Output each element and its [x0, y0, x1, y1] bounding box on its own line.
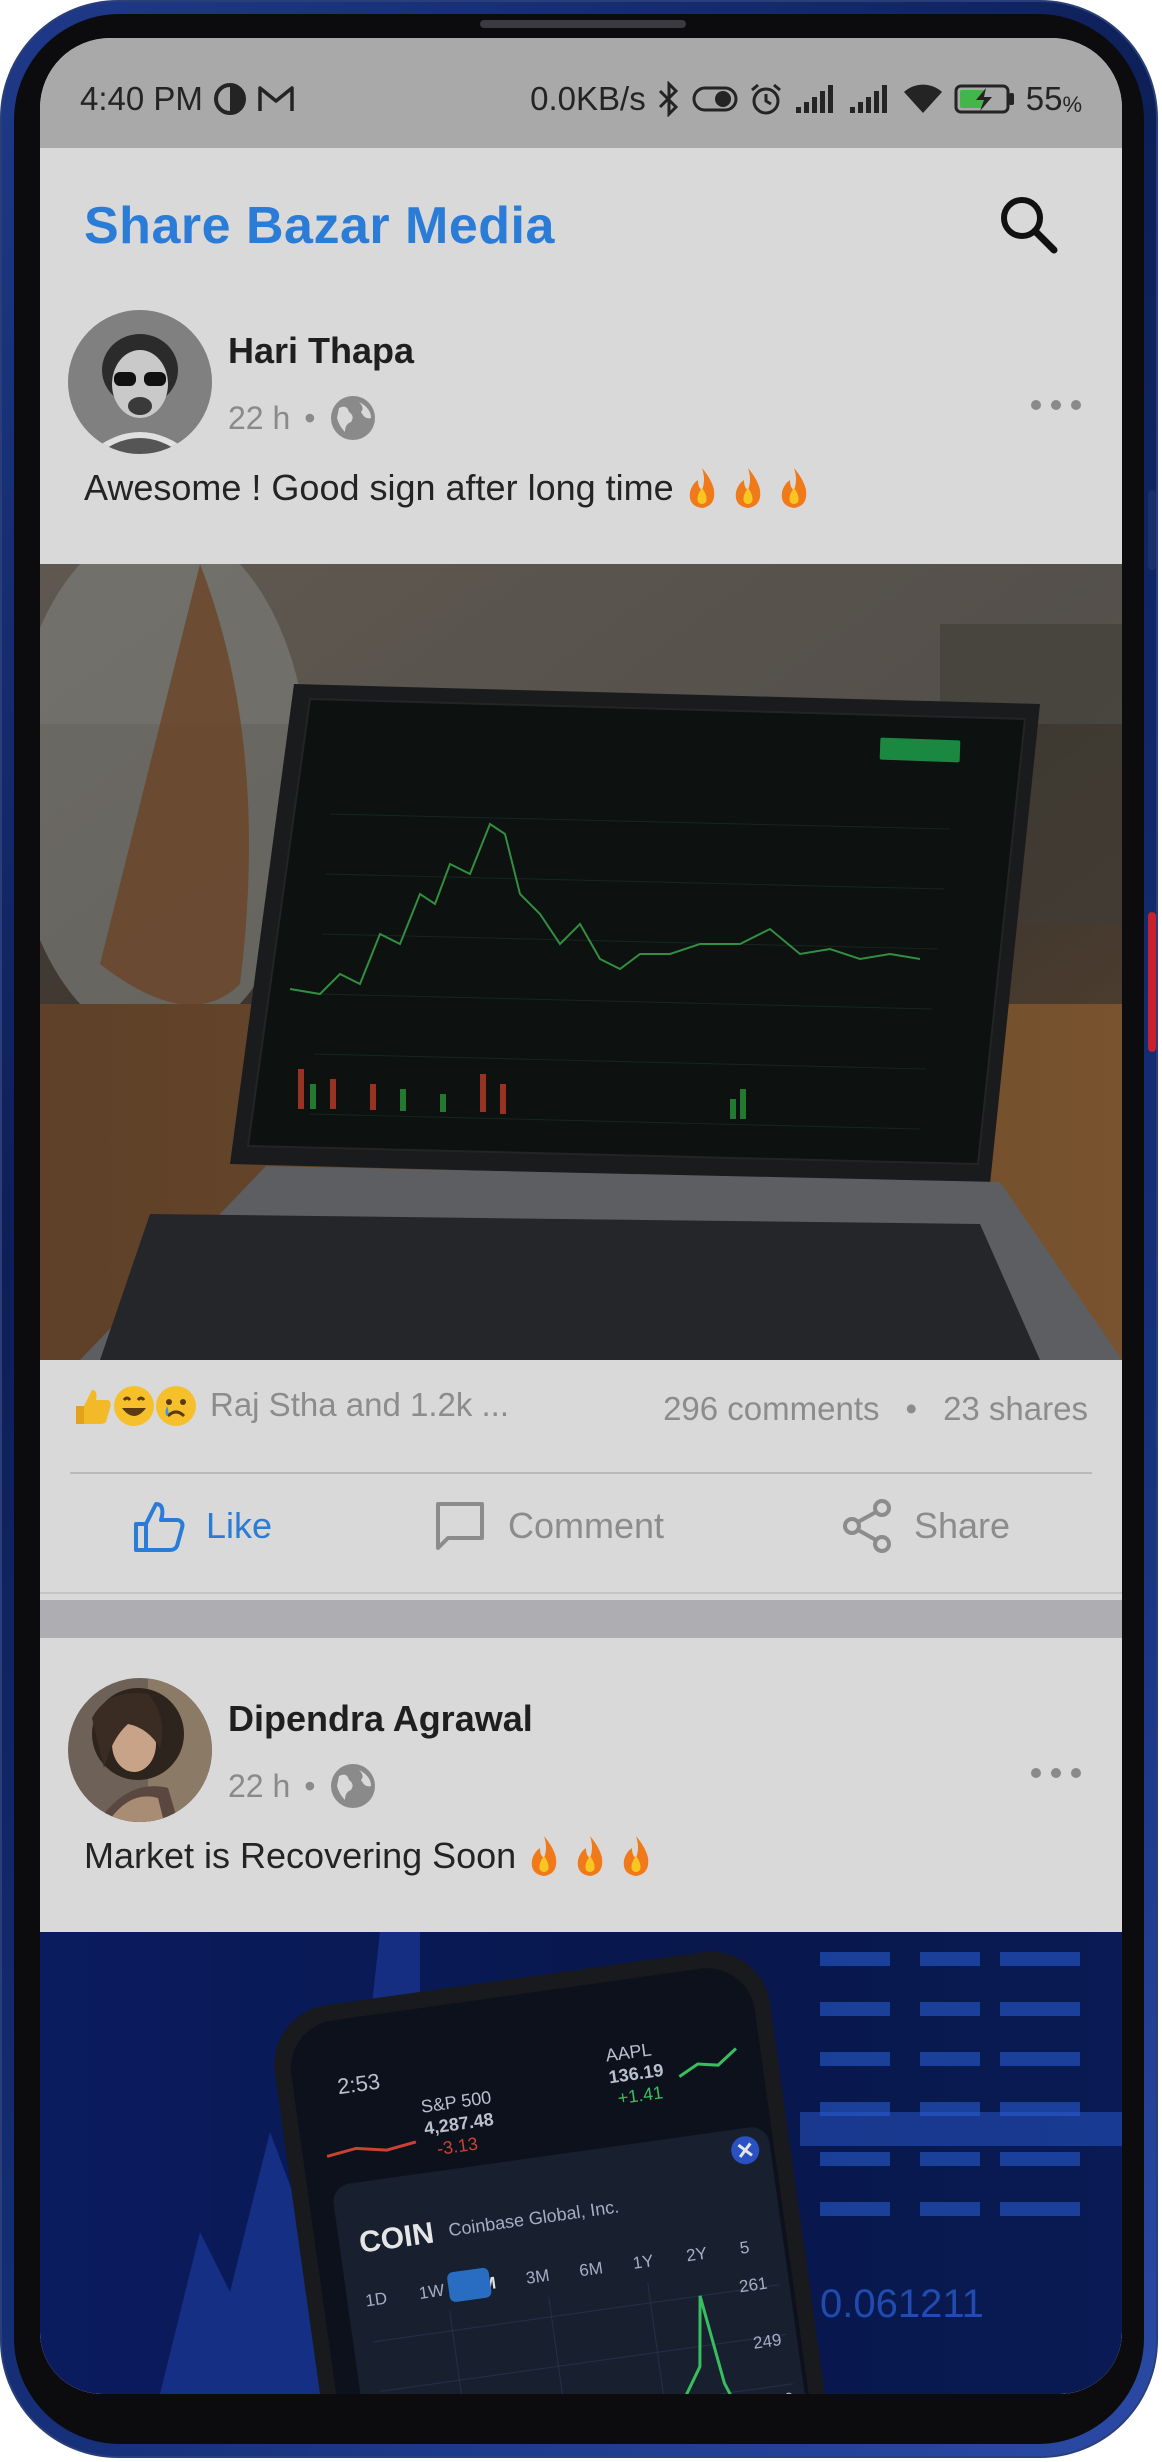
divider — [40, 1592, 1122, 1594]
post-text: Awesome ! Good sign after long time — [84, 466, 812, 510]
post-meta: 22 h • — [228, 394, 377, 442]
fire-emoji-icon — [623, 1836, 649, 1876]
divider — [70, 1472, 1092, 1474]
volume-button — [1148, 490, 1156, 570]
comment-count[interactable]: 296 comments — [663, 1390, 879, 1428]
thumbs-up-icon — [134, 1502, 185, 1552]
share-button[interactable]: Share — [840, 1498, 1010, 1554]
post-card: Hari Thapa 22 h • Awesome ! Good sign af… — [40, 290, 1122, 1596]
search-button[interactable] — [994, 190, 1064, 260]
share-label: Share — [914, 1505, 1011, 1546]
share-icon — [843, 1499, 891, 1553]
grinning-reaction-icon — [112, 1384, 154, 1426]
author-name[interactable]: Dipendra Agrawal — [228, 1698, 533, 1740]
share-count[interactable]: 23 shares — [943, 1390, 1088, 1428]
meta-separator: • — [304, 399, 316, 436]
earpiece — [480, 20, 686, 28]
crying-reaction-icon — [154, 1384, 196, 1426]
post-text: Market is Recovering Soon — [84, 1834, 654, 1878]
author-name[interactable]: Hari Thapa — [228, 330, 414, 372]
like-button[interactable]: Like — [130, 1498, 272, 1554]
avatar[interactable] — [68, 310, 212, 454]
screen: 4:40 PM 0.0KB/s 55 % Share Bazar Media H… — [40, 38, 1122, 2394]
phone-frame: 4:40 PM 0.0KB/s 55 % Share Bazar Media H… — [0, 0, 1158, 2458]
comment-button[interactable]: Comment — [432, 1498, 664, 1554]
more-horizontal-icon — [1031, 1768, 1081, 1778]
globe-icon — [331, 396, 376, 440]
globe-icon — [331, 1764, 376, 1808]
more-options-button[interactable] — [1026, 1758, 1086, 1788]
more-options-button[interactable] — [1026, 390, 1086, 420]
reaction-summary[interactable]: Raj Stha and 1.2k ... — [210, 1386, 509, 1424]
meta-separator: • — [304, 1767, 316, 1804]
search-icon — [1001, 197, 1058, 254]
stats-separator: • — [905, 1390, 918, 1427]
thumbs-up-reaction-icon — [70, 1384, 112, 1426]
fire-emoji-icon — [577, 1836, 603, 1876]
fire-emoji-icon — [689, 468, 714, 508]
post-text-content: Awesome ! Good sign after long time — [84, 467, 674, 508]
post-card: Dipendra Agrawal 22 h • Market is Recove… — [40, 1638, 1122, 2394]
reaction-stats: Raj Stha and 1.2k ... 296 comments • 23 … — [40, 1362, 1122, 1458]
fire-emoji-icon — [735, 468, 760, 508]
avatar[interactable] — [68, 1678, 212, 1822]
power-button — [1148, 912, 1156, 1052]
comment-label: Comment — [508, 1505, 665, 1546]
fire-emoji-icon — [531, 1836, 557, 1876]
post-image[interactable]: 2:53 S&P 500 4,287.48 -3.13 AAPL 136.19 … — [40, 1932, 1122, 2394]
post-time: 22 h — [228, 1767, 291, 1804]
app-bar: Share Bazar Media — [40, 38, 1122, 278]
like-label: Like — [206, 1505, 273, 1546]
post-text-content: Market is Recovering Soon — [84, 1835, 517, 1876]
more-horizontal-icon — [1031, 400, 1081, 410]
app-title: Share Bazar Media — [84, 197, 555, 255]
comment-icon — [436, 1502, 484, 1550]
post-separator — [40, 1600, 1122, 1638]
fire-emoji-icon — [781, 468, 806, 508]
post-image[interactable] — [40, 564, 1122, 1360]
post-time: 22 h — [228, 399, 291, 436]
post-meta: 22 h • — [228, 1762, 377, 1810]
